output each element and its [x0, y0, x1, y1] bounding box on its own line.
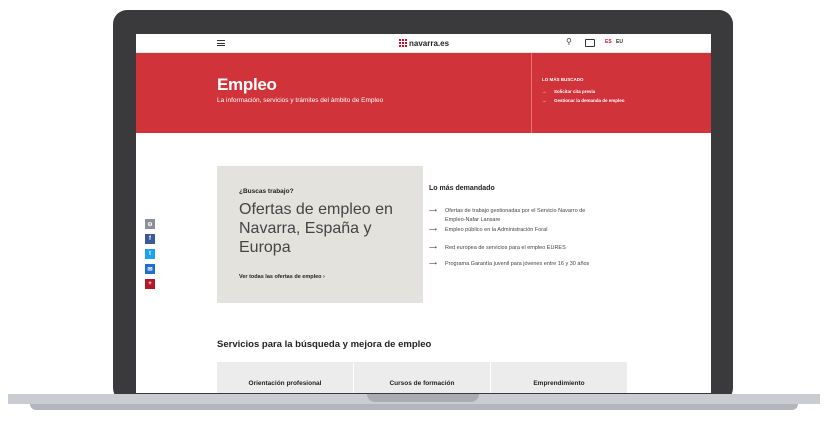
service-tile-emprendimiento[interactable]: Emprendimiento	[491, 362, 627, 393]
quick-link-label: Solicitar cita previa	[554, 89, 596, 94]
share-button-twitter[interactable]: t	[145, 249, 155, 259]
card-headline: Ofertas de empleo en Navarra, España y E…	[239, 201, 393, 256]
most-searched-title: LO MÁS BUSCADO	[542, 77, 584, 82]
service-tile-label: Orientación profesional	[248, 380, 322, 387]
card-question: ¿Buscas trabajo?	[239, 188, 294, 195]
arrow-right-icon: ⟶	[429, 208, 437, 214]
facebook-icon: f	[149, 236, 151, 242]
demanded-link-label: Programa Garantía juvenil para jóvenes e…	[445, 261, 590, 267]
service-tile-label: Cursos de formación	[389, 380, 455, 387]
job-search-card: ¿Buscas trabajo? Ofertas de empleo en Na…	[217, 166, 423, 303]
base-bottom	[30, 404, 798, 410]
share-button-more[interactable]: +	[145, 279, 155, 289]
service-tile-cursos[interactable]: Cursos de formación	[354, 362, 490, 393]
quick-link-demanda-empleo[interactable]: → Gestionar la demanda de empleo	[542, 98, 634, 104]
demanded-link-label: Red europea de servicios para el empleo …	[445, 245, 566, 251]
language-eu-link[interactable]: EU	[616, 39, 623, 45]
page-subtitle: La información, servicios y trámites del…	[217, 97, 384, 104]
demanded-link-label: Empleo público en la Administración Fora…	[445, 227, 548, 233]
share-button-email[interactable]: ✉	[145, 264, 155, 274]
quick-link-label: Gestionar la demanda de empleo	[554, 98, 625, 103]
search-icon[interactable]: ⚲	[566, 37, 572, 46]
arrow-right-icon: →	[542, 98, 547, 103]
demanded-link-garantia-juvenil[interactable]: ⟶ Programa Garantía juvenil para jóvenes…	[429, 260, 605, 269]
logo-text: navarra.es	[409, 38, 450, 48]
base-notch	[367, 394, 479, 402]
navarra-logo-icon	[399, 39, 407, 47]
share-button-facebook[interactable]: f	[145, 234, 155, 244]
hamburger-menu-icon[interactable]	[217, 40, 225, 46]
demanded-link-ofertas[interactable]: ⟶ Ofertas de trabajo gestionadas por el …	[429, 207, 605, 224]
plus-icon: +	[148, 281, 152, 287]
most-demanded-title: Lo más demandado	[429, 185, 495, 192]
arrow-right-icon: ⟶	[429, 261, 437, 267]
service-tile-label: Emprendimiento	[533, 380, 585, 387]
service-tile-orientacion[interactable]: Orientación profesional	[217, 362, 353, 393]
all-offers-link[interactable]: Ver todas las ofertas de empleo ›	[239, 274, 325, 280]
email-icon: ✉	[147, 266, 153, 273]
browser-screen: navarra.es ⚲ ES EU Empleo La información…	[136, 34, 711, 393]
chat-icon[interactable]	[585, 39, 595, 47]
language-es-link[interactable]: ES	[605, 39, 612, 45]
hero-banner: Empleo La información, servicios y trámi…	[136, 53, 711, 133]
page-title: Empleo	[217, 75, 277, 94]
quick-link-cita-previa[interactable]: → Solicitar cita previa	[542, 89, 634, 95]
arrow-right-icon: ⟶	[429, 245, 437, 251]
services-title: Servicios para la búsqueda y mejora de e…	[217, 339, 432, 350]
demanded-link-empleo-publico[interactable]: ⟶ Empleo público en la Administración Fo…	[429, 226, 605, 235]
hero-divider	[531, 53, 532, 133]
top-navigation-bar: navarra.es ⚲ ES EU	[136, 34, 711, 53]
demanded-link-label: Ofertas de trabajo gestionadas por el Se…	[445, 208, 586, 223]
twitter-icon: t	[149, 251, 151, 257]
site-logo[interactable]: navarra.es	[399, 37, 449, 49]
demanded-link-eures[interactable]: ⟶ Red europea de servicios para el emple…	[429, 244, 605, 253]
arrow-right-icon: ⟶	[429, 227, 437, 233]
share-button-generic[interactable]: ⊖	[145, 219, 155, 229]
laptop-base	[0, 394, 828, 427]
share-icon: ⊖	[147, 221, 153, 228]
arrow-right-icon: →	[542, 89, 547, 94]
